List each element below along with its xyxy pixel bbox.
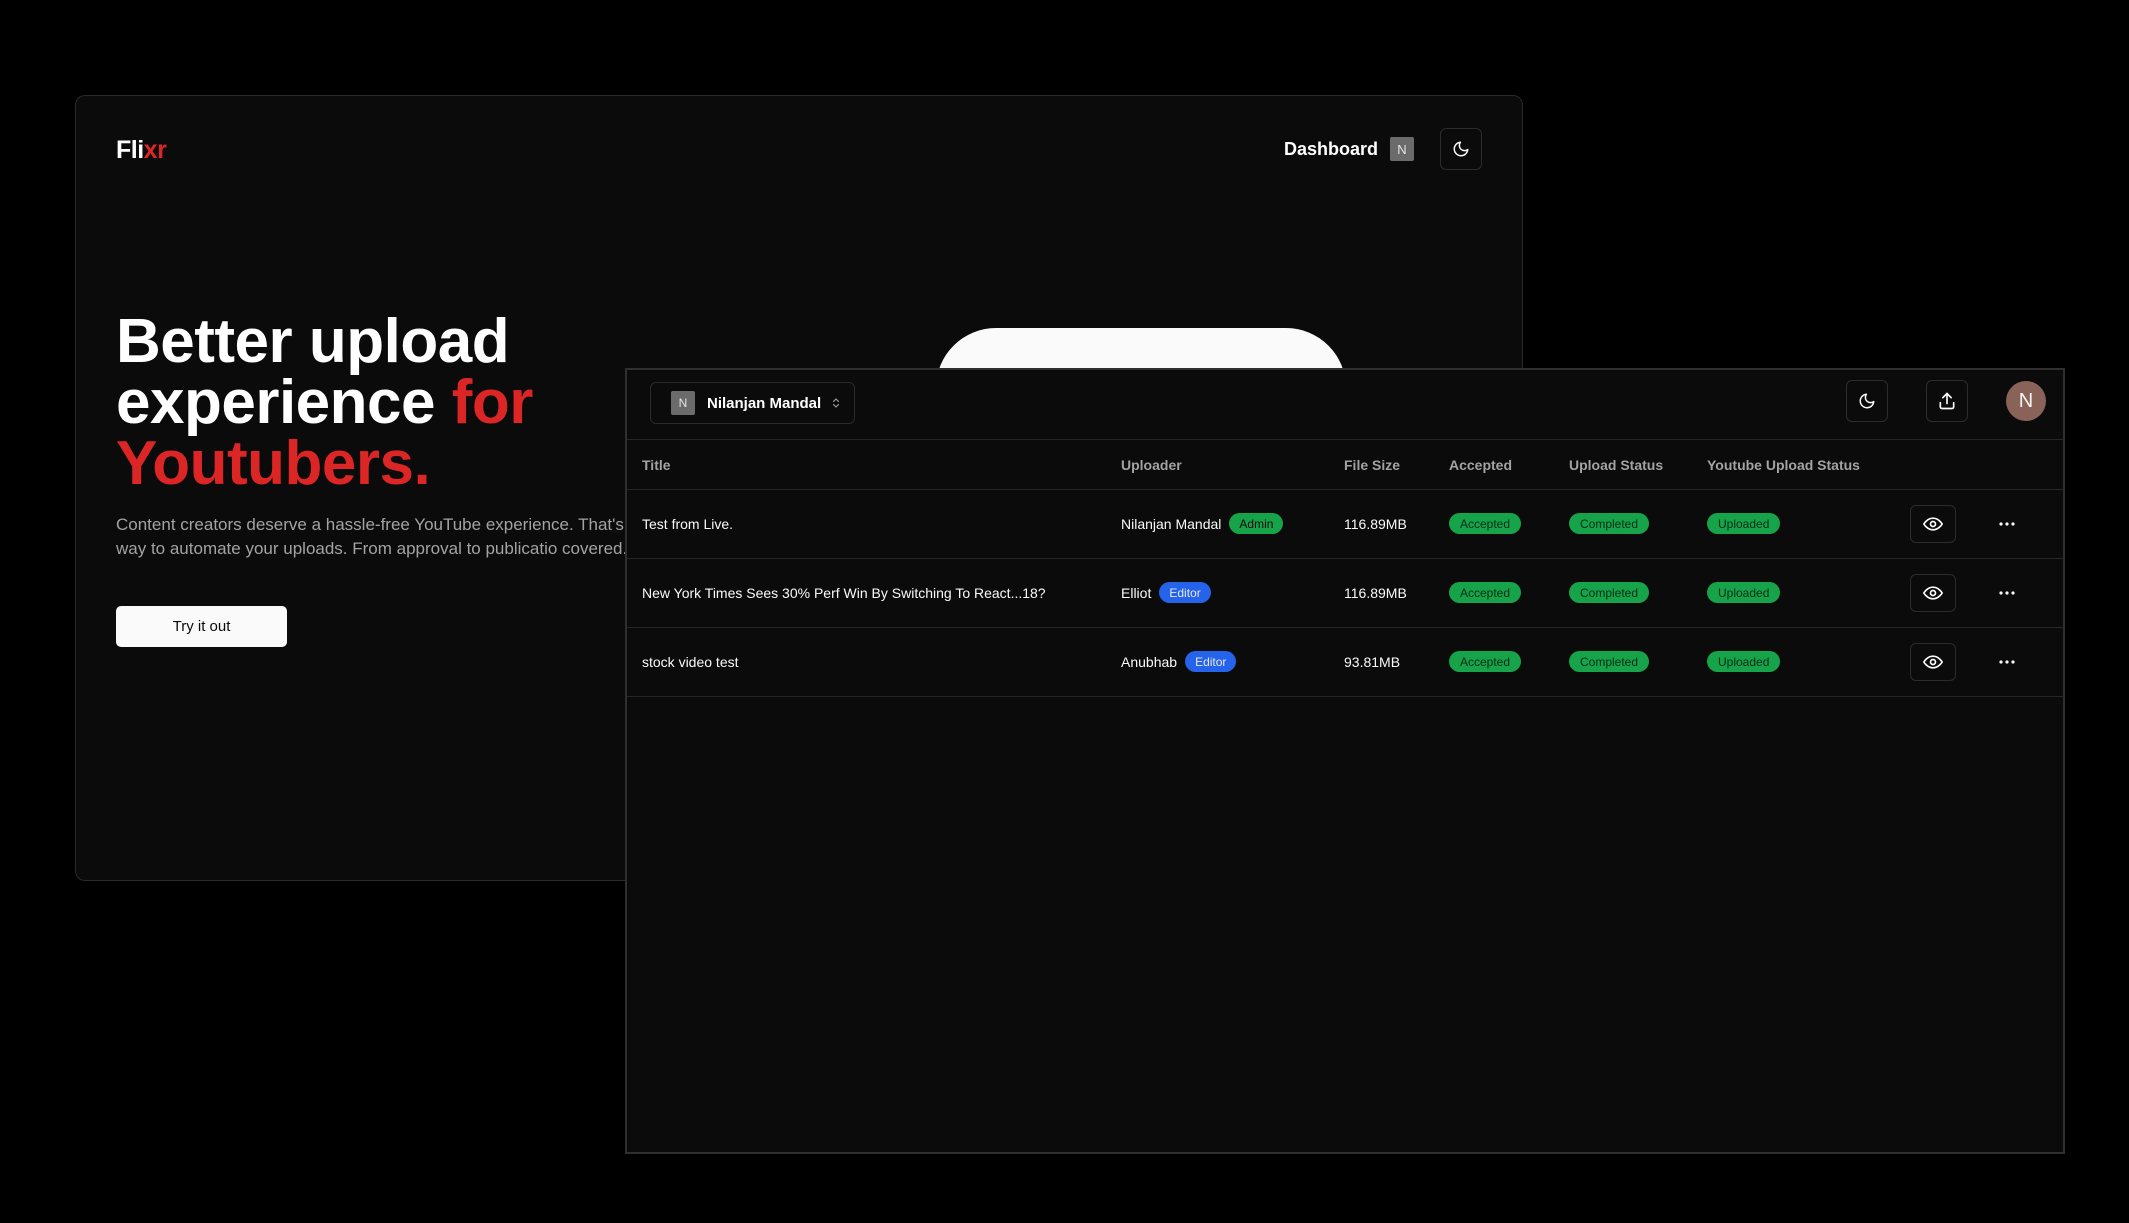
- team-name: Nilanjan Mandal: [707, 394, 822, 412]
- youtube-status-badge: Uploaded: [1707, 582, 1781, 603]
- team-avatar: N: [671, 391, 695, 415]
- eye-icon: [1923, 585, 1943, 600]
- team-switcher[interactable]: N Nilanjan Mandal: [650, 382, 855, 424]
- upload-status-cell: Completed: [1569, 558, 1707, 628]
- dashboard-window: N Nilanjan Mandal N Title Uploader File …: [625, 368, 2065, 1154]
- more-horizontal-icon: [1999, 590, 2015, 595]
- accepted-badge: Accepted: [1449, 582, 1522, 603]
- view-cell: [1910, 558, 1986, 628]
- more-horizontal-icon: [1999, 659, 2015, 664]
- uploader-cell: Anubhab Editor: [1121, 627, 1344, 697]
- dashboard-header: N Nilanjan Mandal N: [627, 370, 2063, 440]
- try-it-out-button[interactable]: Try it out: [116, 606, 287, 647]
- upload-status-badge: Completed: [1569, 582, 1650, 603]
- accepted-cell: Accepted: [1449, 627, 1569, 697]
- view-button[interactable]: [1910, 573, 1956, 612]
- eye-icon: [1923, 654, 1943, 669]
- uploader-name: Elliot: [1121, 584, 1152, 601]
- youtube-status-cell: Uploaded: [1707, 489, 1910, 559]
- accepted-badge: Accepted: [1449, 513, 1522, 534]
- youtube-status-cell: Uploaded: [1707, 558, 1910, 628]
- logo-text: Fli: [116, 136, 144, 164]
- more-options-button[interactable]: [1986, 659, 2063, 665]
- view-button[interactable]: [1910, 504, 1956, 543]
- logo[interactable]: Flixr: [116, 136, 167, 165]
- accepted-badge: Accepted: [1449, 651, 1522, 672]
- moon-icon: [1453, 141, 1469, 157]
- role-badge: Admin: [1229, 513, 1284, 534]
- column-header-youtube-status[interactable]: Youtube Upload Status: [1707, 441, 1910, 490]
- upload-status-badge: Completed: [1569, 513, 1650, 534]
- more-cell: [1986, 489, 2063, 559]
- more-cell: [1986, 627, 2063, 697]
- logo-accent-text: xr: [143, 136, 167, 164]
- column-header-actions: [1986, 441, 2063, 490]
- upload-status-cell: Completed: [1569, 627, 1707, 697]
- youtube-status-badge: Uploaded: [1707, 651, 1781, 672]
- uploads-table: Title Uploader File Size Accepted Upload…: [627, 441, 2063, 697]
- column-header-upload-status[interactable]: Upload Status: [1569, 441, 1707, 490]
- more-horizontal-icon: [1999, 521, 2015, 526]
- column-header-file-size[interactable]: File Size: [1344, 441, 1449, 490]
- view-cell: [1910, 627, 1986, 697]
- file-size: 116.89MB: [1344, 489, 1449, 559]
- hero-line-2-accent: for: [451, 368, 534, 437]
- theme-toggle-button[interactable]: [1440, 128, 1482, 170]
- nav-dashboard-link[interactable]: Dashboard: [1284, 139, 1378, 160]
- table-row[interactable]: Test from Live. Nilanjan Mandal Admin 11…: [627, 489, 2063, 559]
- theme-toggle-button[interactable]: [1846, 380, 1888, 422]
- hero-line-1: Better upload: [116, 307, 510, 376]
- youtube-status-badge: Uploaded: [1707, 513, 1781, 534]
- upload-status-cell: Completed: [1569, 489, 1707, 559]
- moon-icon: [1859, 393, 1875, 409]
- upload-icon: [1939, 392, 1955, 410]
- table-row[interactable]: New York Times Sees 30% Perf Win By Swit…: [627, 558, 2063, 628]
- uploader-cell: Elliot Editor: [1121, 558, 1344, 628]
- view-cell: [1910, 489, 1986, 559]
- role-badge: Editor: [1159, 582, 1211, 603]
- more-options-button[interactable]: [1986, 590, 2063, 596]
- video-title: New York Times Sees 30% Perf Win By Swit…: [627, 558, 1121, 628]
- accepted-cell: Accepted: [1449, 558, 1569, 628]
- top-nav: Dashboard N: [1284, 128, 1482, 170]
- header-actions: N: [1846, 380, 2046, 422]
- file-size: 116.89MB: [1344, 558, 1449, 628]
- column-header-uploader[interactable]: Uploader: [1121, 441, 1344, 490]
- hero-line-2: experience: [116, 368, 452, 437]
- video-title: Test from Live.: [627, 489, 1121, 559]
- nav-avatar[interactable]: N: [1390, 137, 1414, 161]
- column-header-view: [1910, 441, 1986, 490]
- role-badge: Editor: [1185, 651, 1237, 672]
- file-size: 93.81MB: [1344, 627, 1449, 697]
- hero-title: Better upload experience for Youtubers.: [116, 311, 534, 495]
- column-header-accepted[interactable]: Accepted: [1449, 441, 1569, 490]
- more-options-button[interactable]: [1986, 521, 2063, 527]
- view-button[interactable]: [1910, 642, 1956, 681]
- table-header-row: Title Uploader File Size Accepted Upload…: [627, 441, 2063, 490]
- upload-status-badge: Completed: [1569, 651, 1650, 672]
- column-header-title[interactable]: Title: [627, 441, 1121, 490]
- table-row[interactable]: stock video test Anubhab Editor 93.81MB …: [627, 627, 2063, 697]
- accepted-cell: Accepted: [1449, 489, 1569, 559]
- user-avatar[interactable]: N: [2006, 381, 2046, 421]
- uploader-name: Nilanjan Mandal: [1121, 515, 1222, 532]
- video-title: stock video test: [627, 627, 1121, 697]
- uploader-name: Anubhab: [1121, 653, 1178, 670]
- eye-icon: [1923, 516, 1943, 531]
- uploader-cell: Nilanjan Mandal Admin: [1121, 489, 1344, 559]
- hero-line-3-accent: Youtubers.: [116, 429, 431, 498]
- upload-button[interactable]: [1926, 380, 1968, 422]
- hero-description: Content creators deserve a hassle-free Y…: [116, 515, 687, 558]
- youtube-status-cell: Uploaded: [1707, 627, 1910, 697]
- more-cell: [1986, 558, 2063, 628]
- chevrons-up-down-icon: [830, 396, 842, 410]
